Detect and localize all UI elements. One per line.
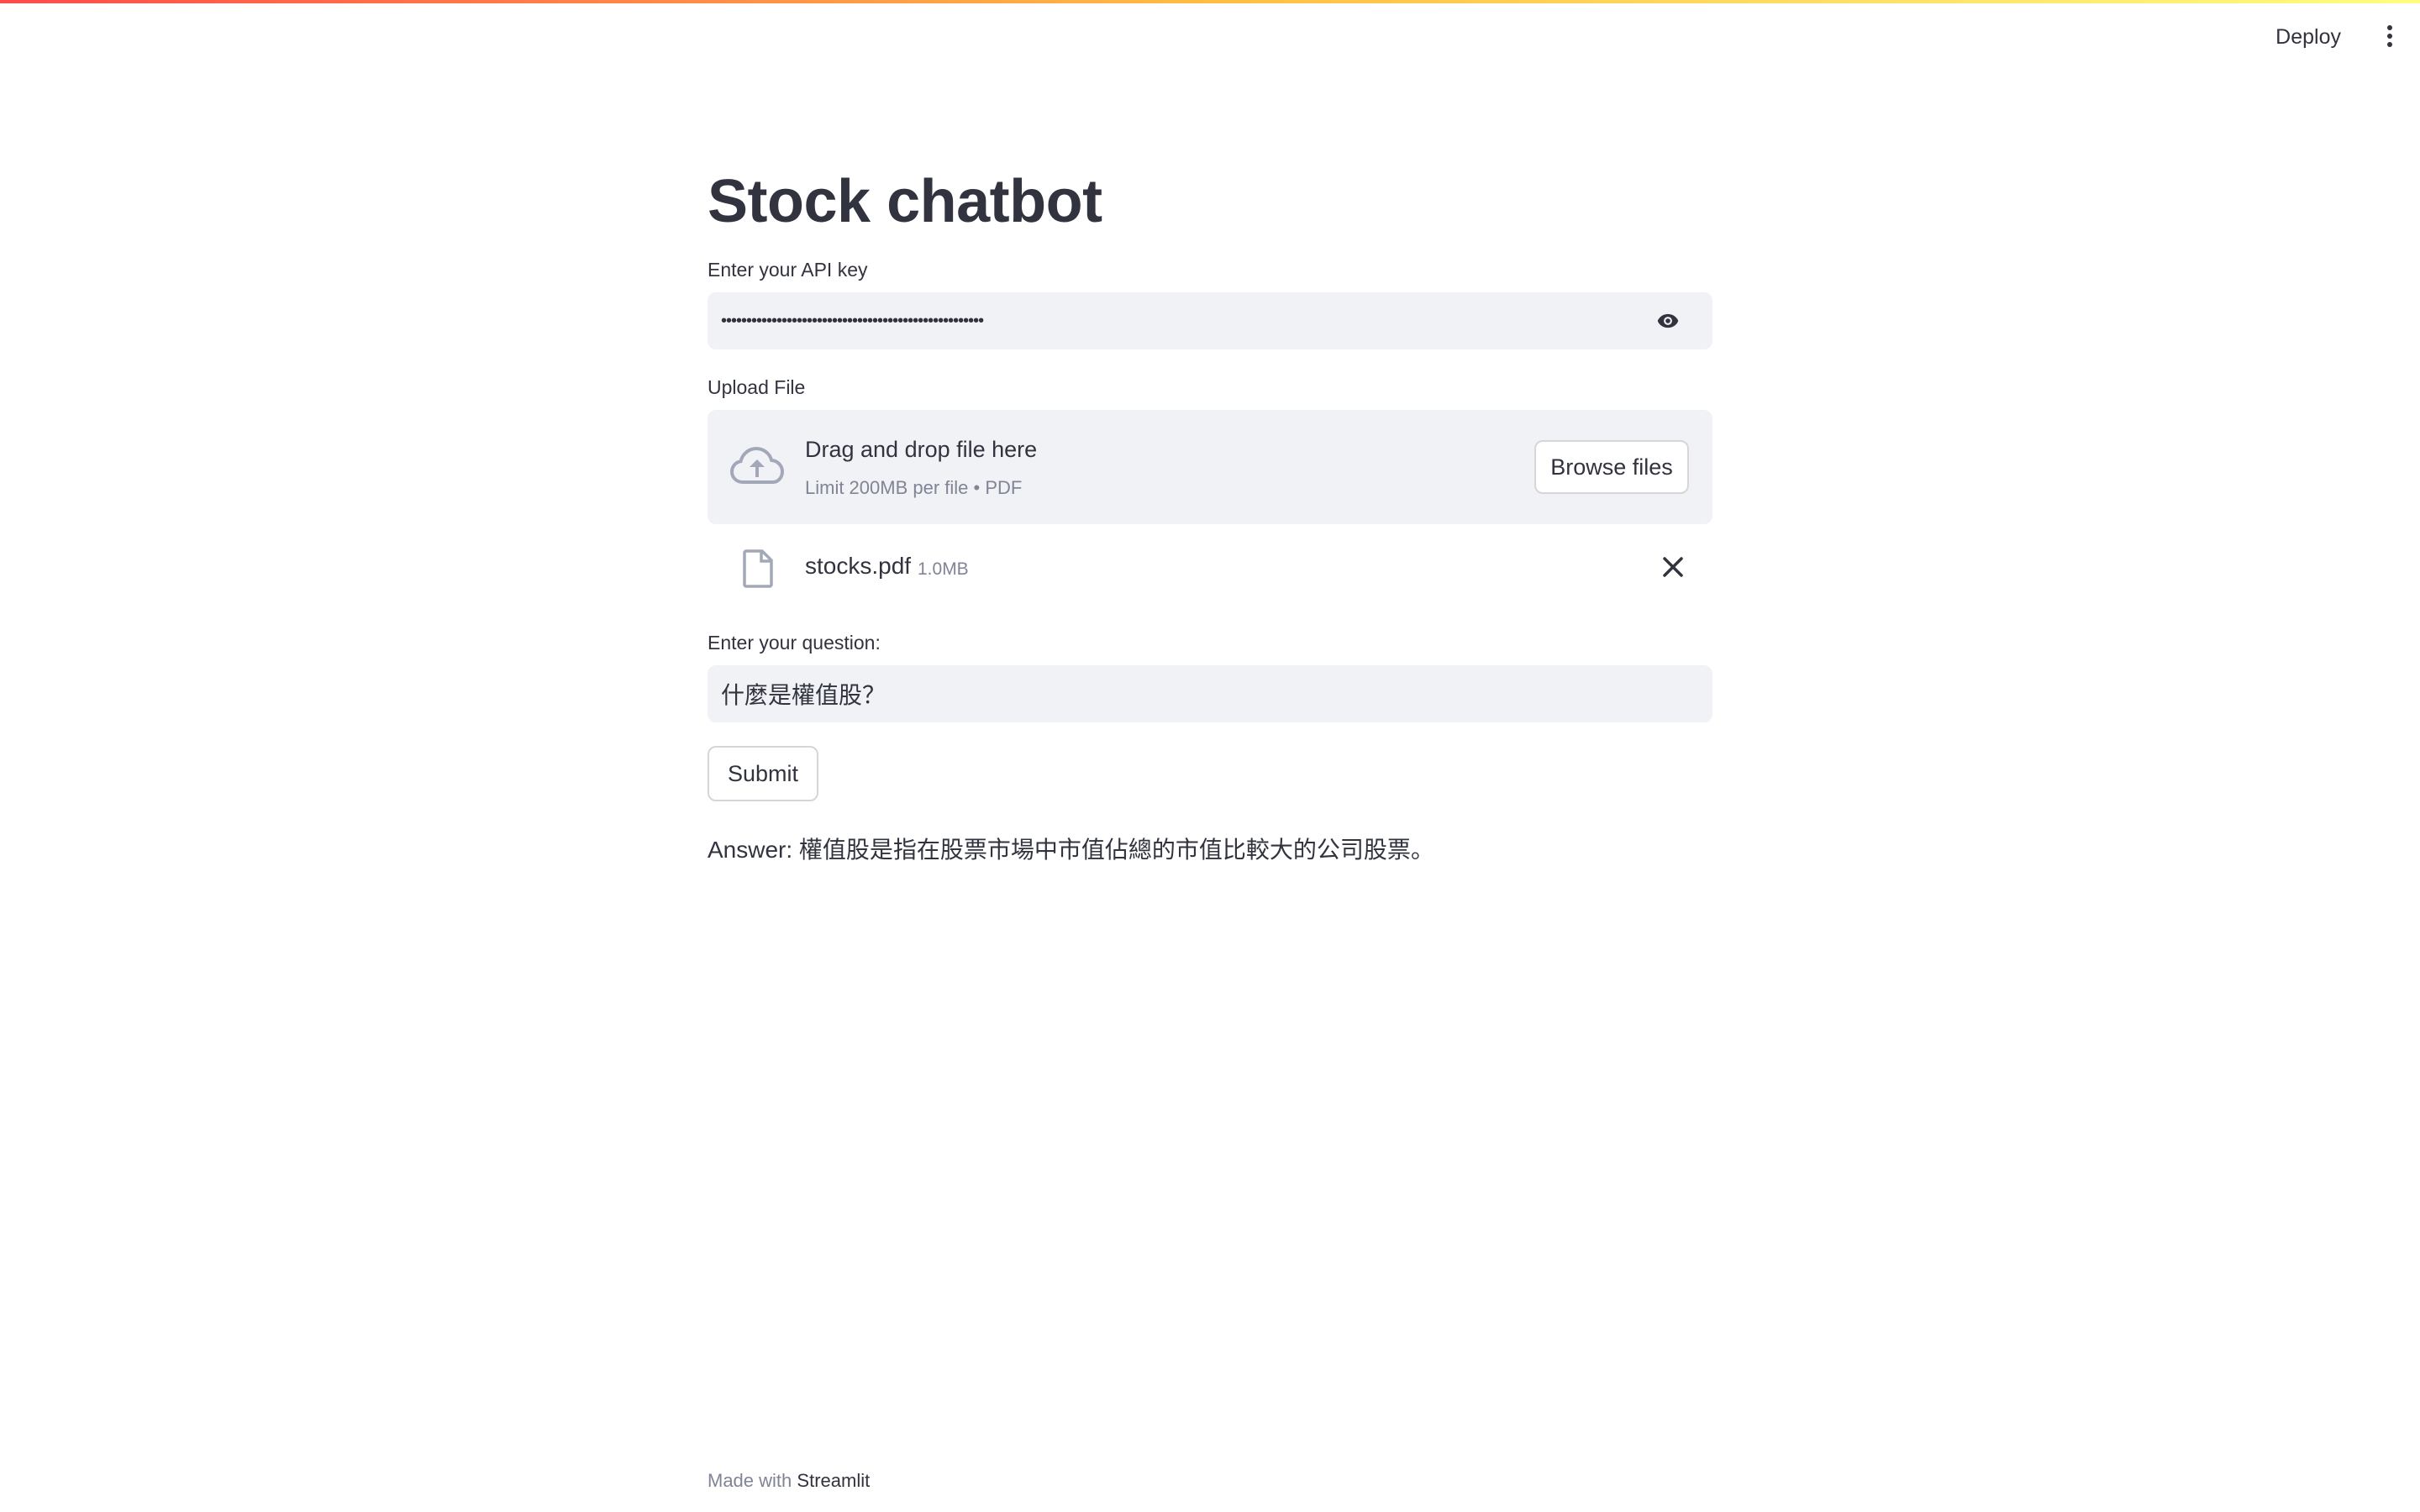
question-input[interactable]: [721, 665, 1628, 722]
app-header: Deploy: [0, 3, 2420, 67]
uploaded-file-row: stocks.pdf 1.0MB: [708, 524, 1712, 612]
api-key-label: Enter your API key: [708, 259, 868, 281]
submit-button[interactable]: Submit: [708, 746, 818, 801]
upload-label: Upload File: [708, 376, 806, 398]
answer-text: Answer: 權值股是指在股票市場中市值佔總的市值比較大的公司股票。: [708, 837, 1434, 863]
main-content: Stock chatbot Enter your API key Upload …: [708, 160, 1712, 867]
question-label: Enter your question:: [708, 632, 881, 654]
footer-prefix: Made with: [708, 1470, 792, 1491]
eye-icon[interactable]: [1654, 309, 1682, 333]
file-size: 1.0MB: [918, 559, 969, 579]
file-name: stocks.pdf: [805, 553, 912, 579]
cloud-upload-icon: [729, 446, 785, 484]
kebab-menu-icon[interactable]: [2381, 22, 2398, 50]
page-title: Stock chatbot: [708, 168, 1102, 235]
dropzone-title: Drag and drop file here: [805, 437, 1038, 462]
browse-files-button[interactable]: Browse files: [1534, 440, 1689, 494]
api-key-input[interactable]: [721, 292, 1628, 349]
streamlit-link[interactable]: Streamlit: [797, 1470, 870, 1491]
close-icon[interactable]: [1660, 554, 1686, 580]
file-icon: [743, 549, 773, 588]
file-dropzone[interactable]: Drag and drop file here Limit 200MB per …: [708, 410, 1712, 524]
question-field: [708, 665, 1712, 722]
api-key-field: [708, 292, 1712, 349]
deploy-button[interactable]: Deploy: [2267, 20, 2349, 55]
dropzone-subtitle: Limit 200MB per file • PDF: [805, 477, 1023, 498]
footer: Made with Streamlit: [708, 1470, 870, 1492]
